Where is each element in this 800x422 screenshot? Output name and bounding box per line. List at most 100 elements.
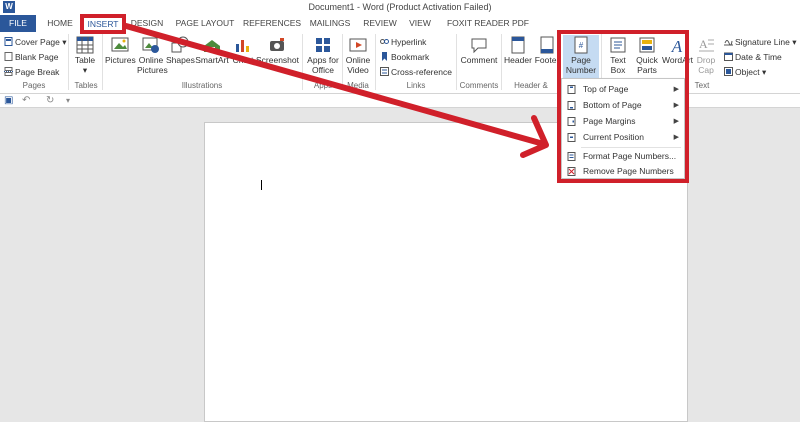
submenu-arrow-icon: ▶ [673,118,679,125]
save-icon[interactable]: ▣ [4,94,13,107]
tab-page-layout[interactable]: PAGE LAYOUT [175,15,235,32]
tab-review[interactable]: REVIEW [362,15,398,32]
menu-item-top-of-page[interactable]: Top of Page ▶ [562,82,684,97]
cross-reference-icon [380,67,389,76]
group-separator [456,34,457,90]
apps-for-office-icon [316,38,330,52]
bottom-of-page-icon [567,101,576,110]
online-video-button[interactable]: Online Video [344,36,372,75]
blank-page-button[interactable]: Blank Page [4,51,58,63]
group-separator [302,34,303,90]
group-separator [375,34,376,90]
tab-mailings[interactable]: MAILINGS [308,15,352,32]
page-margins-icon [567,117,576,126]
smartart-button[interactable]: SmartArt [195,36,229,65]
bookmark-button[interactable]: Bookmark [380,51,429,63]
cross-reference-button[interactable]: Cross-reference [380,66,452,78]
ribbon-tabs: FILE HOME INSERT DESIGN PAGE LAYOUT REFE… [0,15,800,32]
wordart-icon: A [671,37,683,54]
tab-foxit-reader-pdf[interactable]: FOXIT READER PDF [446,15,530,32]
screenshot-button[interactable]: Screenshot [256,36,299,65]
online-pictures-button[interactable]: Online Pictures [137,36,168,75]
pictures-button[interactable]: Pictures [105,36,136,65]
cover-page-button[interactable]: Cover Page ▾ [4,36,67,48]
hyperlink-button[interactable]: Hyperlink [380,36,426,48]
tab-insert[interactable]: INSERT [82,15,124,32]
footer-button[interactable]: Footer [533,36,561,65]
submenu-arrow-icon: ▶ [673,134,679,141]
screenshot-icon [270,38,284,51]
svg-text:#: # [579,41,584,50]
blank-page-icon [4,52,13,61]
header-button[interactable]: Header [504,36,532,65]
undo-icon[interactable]: ↶ [22,94,30,107]
group-separator [102,34,103,90]
object-icon [724,67,733,76]
tab-file[interactable]: FILE [0,15,36,32]
menu-item-remove-page-numbers[interactable]: Remove Page Numbers [562,164,684,179]
smartart-icon [204,40,220,52]
group-label-pages: Pages [22,81,46,90]
group-label-illustrations: Illustrations [181,81,223,90]
signature-line-icon [724,40,733,46]
shapes-icon [171,36,189,53]
redo-icon[interactable]: ↻ [46,94,54,107]
text-box-button[interactable]: Text Box [604,36,632,75]
text-box-icon [610,37,626,53]
drop-cap-icon: A [699,37,714,52]
comment-button[interactable]: Comment [459,36,499,65]
top-of-page-icon [567,85,576,94]
chart-icon [236,40,249,52]
tab-references[interactable]: REFERENCES [243,15,301,32]
chart-button[interactable]: Chart [231,36,255,65]
page-number-button[interactable]: # Page Number [563,35,599,79]
pictures-icon [111,37,129,52]
group-label-tables: Tables [74,81,98,90]
signature-line-button[interactable]: Signature Line ▾ [724,36,796,48]
menu-item-current-position[interactable]: Current Position ▶ [562,130,684,145]
object-button[interactable]: Object ▾ [724,66,766,78]
group-label-media: Media [347,81,369,90]
online-pictures-icon [142,37,159,53]
format-page-numbers-icon [567,152,576,161]
date-time-button[interactable]: Date & Time [724,51,782,63]
group-separator [342,34,343,90]
page-number-menu: Top of Page ▶ Bottom of Page ▶ Page Marg… [561,78,685,179]
footer-icon [540,36,554,54]
submenu-arrow-icon: ▶ [673,86,679,93]
svg-text:A: A [699,37,708,51]
menu-separator [581,147,681,148]
group-label-header-footer: Header & [514,81,548,90]
page-break-icon [4,67,13,76]
word-app-icon[interactable]: W [3,1,15,13]
header-icon [511,36,525,54]
table-icon [76,36,94,54]
drop-cap-button[interactable]: A Drop Cap [694,36,718,75]
tab-view[interactable]: VIEW [406,15,434,32]
window-title: Document1 - Word (Product Activation Fai… [308,2,492,12]
table-button[interactable]: Table ▾ [72,36,98,75]
customize-toolbar-icon[interactable]: ▾ [66,94,70,107]
text-cursor [261,180,262,190]
shapes-button[interactable]: Shapes [166,36,195,65]
menu-item-format-page-numbers[interactable]: Format Page Numbers... [562,149,684,164]
tab-design[interactable]: DESIGN [128,15,166,32]
menu-item-bottom-of-page[interactable]: Bottom of Page ▶ [562,98,684,113]
hyperlink-icon [380,39,389,44]
submenu-arrow-icon: ▶ [673,102,679,109]
remove-page-numbers-icon [567,167,576,176]
apps-for-office-button[interactable]: Apps for Office [305,36,341,75]
group-separator [68,34,69,90]
tab-home[interactable]: HOME [42,15,78,32]
menu-item-page-margins[interactable]: Page Margins ▶ [562,114,684,129]
title-bar: W Document1 - Word (Product Activation F… [0,0,800,15]
group-label-apps: Apps [313,81,333,90]
cover-page-icon [4,37,13,46]
online-video-icon [349,38,367,52]
page-break-button[interactable]: Page Break [4,66,59,78]
wordart-button[interactable]: A WordArt [662,36,693,65]
bookmark-icon [382,52,387,61]
current-position-icon [567,133,576,142]
quick-parts-button[interactable]: Quick Parts [633,36,661,75]
comment-icon [471,38,487,54]
